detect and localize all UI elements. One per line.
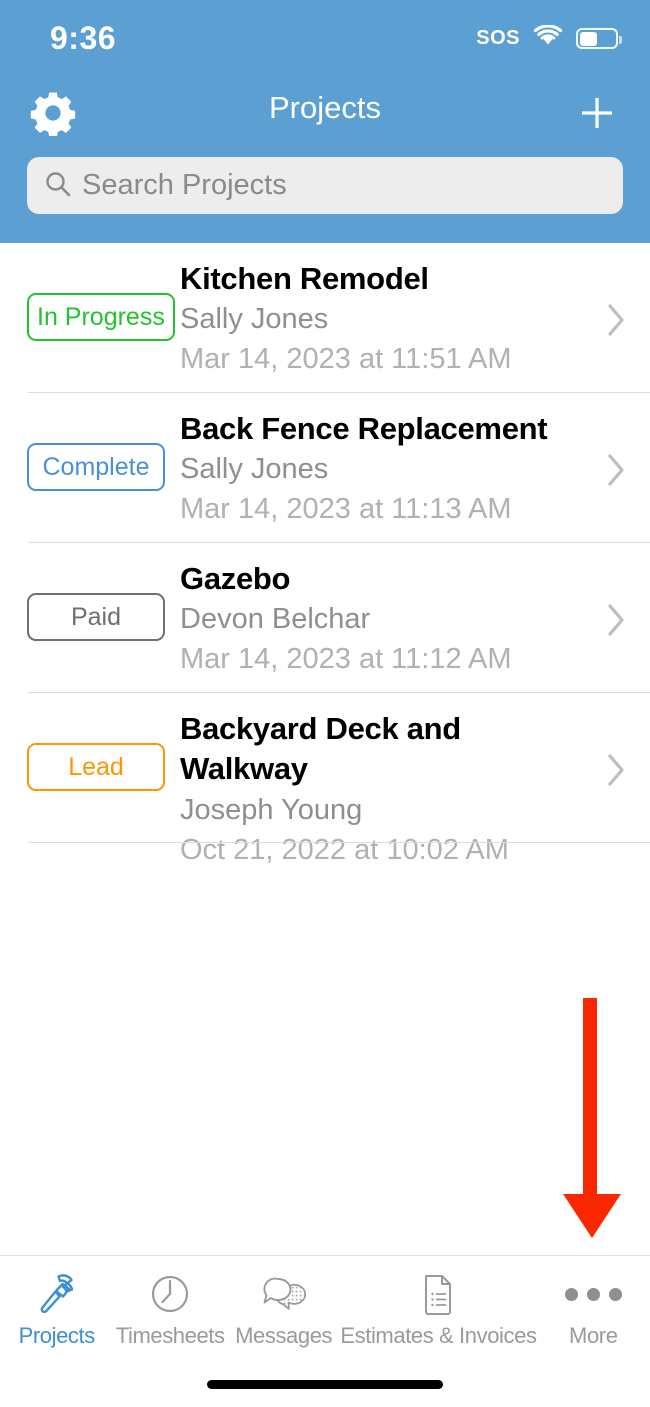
project-client: Joseph Young bbox=[180, 793, 363, 826]
tab-label: Messages bbox=[235, 1323, 333, 1348]
project-title: Backyard Deck and Walkway bbox=[180, 711, 461, 787]
tab-projects[interactable]: Projects bbox=[0, 1256, 113, 1368]
battery-icon bbox=[576, 28, 622, 49]
table-row[interactable]: Complete Back Fence Replacement Sally Jo… bbox=[0, 393, 650, 543]
table-row[interactable]: In Progress Kitchen Remodel Sally Jones … bbox=[0, 243, 650, 393]
annotation-arrow-down bbox=[561, 998, 623, 1238]
speech-bubbles-icon bbox=[259, 1268, 309, 1320]
document-list-icon bbox=[416, 1268, 460, 1320]
project-date: Mar 14, 2023 at 11:51 AM bbox=[180, 343, 512, 376]
project-title: Gazebo bbox=[180, 561, 291, 596]
chevron-right-icon bbox=[607, 603, 627, 642]
hammer-icon bbox=[33, 1268, 81, 1320]
bottom-tab-bar: Projects Timesheets Messages Estimates &… bbox=[0, 1255, 650, 1407]
tab-label: Timesheets bbox=[115, 1323, 225, 1348]
status-badge-label: Complete bbox=[42, 452, 150, 481]
plus-icon bbox=[577, 93, 617, 138]
search-icon bbox=[44, 170, 72, 203]
chevron-right-icon bbox=[607, 753, 627, 792]
table-row[interactable]: Paid Gazebo Devon Belchar Mar 14, 2023 a… bbox=[0, 543, 650, 693]
tab-messages[interactable]: Messages bbox=[227, 1256, 340, 1368]
clock-icon bbox=[146, 1268, 194, 1320]
table-row[interactable]: Lead Backyard Deck and Walkway Joseph Yo… bbox=[0, 693, 650, 866]
status-badge-label: Lead bbox=[68, 752, 124, 781]
row-content: Kitchen Remodel Sally Jones Mar 14, 2023… bbox=[180, 259, 590, 380]
add-project-button[interactable] bbox=[566, 86, 628, 144]
row-content: Backyard Deck and Walkway Joseph Young O… bbox=[180, 709, 590, 870]
chevron-right-icon bbox=[607, 303, 627, 342]
tab-more[interactable]: More bbox=[537, 1256, 650, 1368]
project-client: Sally Jones bbox=[180, 303, 329, 336]
search-input[interactable]: Search Projects bbox=[27, 157, 623, 214]
project-title: Back Fence Replacement bbox=[180, 411, 548, 446]
status-badge: Paid bbox=[27, 593, 165, 641]
project-title: Kitchen Remodel bbox=[180, 261, 429, 296]
phone-screen: 9:36 SOS Projects Search Projects In Pro… bbox=[0, 0, 650, 1407]
tab-label: Projects bbox=[18, 1323, 96, 1348]
home-indicator bbox=[207, 1380, 443, 1389]
status-badge: Lead bbox=[27, 743, 165, 791]
tab-estimates-invoices[interactable]: Estimates & Invoices bbox=[340, 1256, 537, 1368]
project-client: Devon Belchar bbox=[180, 603, 371, 636]
status-badge-label: In Progress bbox=[37, 302, 165, 331]
row-separator bbox=[28, 842, 650, 843]
projects-list: In Progress Kitchen Remodel Sally Jones … bbox=[0, 243, 650, 866]
app-header: 9:36 SOS Projects Search Projects bbox=[0, 0, 650, 243]
tab-label: Estimates & Invoices bbox=[340, 1323, 537, 1348]
tab-timesheets[interactable]: Timesheets bbox=[113, 1256, 226, 1368]
status-badge: Complete bbox=[27, 443, 165, 491]
status-bar-time: 9:36 bbox=[50, 20, 117, 56]
status-bar-indicators: SOS bbox=[476, 24, 622, 52]
search-placeholder-text: Search Projects bbox=[82, 169, 287, 201]
row-content: Back Fence Replacement Sally Jones Mar 1… bbox=[180, 409, 590, 530]
chevron-right-icon bbox=[607, 453, 627, 492]
project-date: Mar 14, 2023 at 11:13 AM bbox=[180, 493, 512, 526]
project-date: Oct 21, 2022 at 10:02 AM bbox=[180, 833, 509, 866]
page-title: Projects bbox=[269, 90, 381, 125]
sos-label: SOS bbox=[476, 27, 520, 49]
project-client: Sally Jones bbox=[180, 453, 329, 486]
status-badge: In Progress bbox=[27, 293, 175, 341]
navigation-bar: Projects bbox=[0, 72, 650, 152]
status-badge-label: Paid bbox=[70, 602, 122, 631]
status-bar: 9:36 SOS bbox=[0, 0, 650, 72]
project-date: Mar 14, 2023 at 11:12 AM bbox=[180, 643, 512, 676]
row-content: Gazebo Devon Belchar Mar 14, 2023 at 11:… bbox=[180, 559, 590, 680]
tab-label: More bbox=[569, 1323, 618, 1348]
ellipsis-icon bbox=[564, 1268, 622, 1320]
wifi-icon bbox=[533, 24, 563, 52]
